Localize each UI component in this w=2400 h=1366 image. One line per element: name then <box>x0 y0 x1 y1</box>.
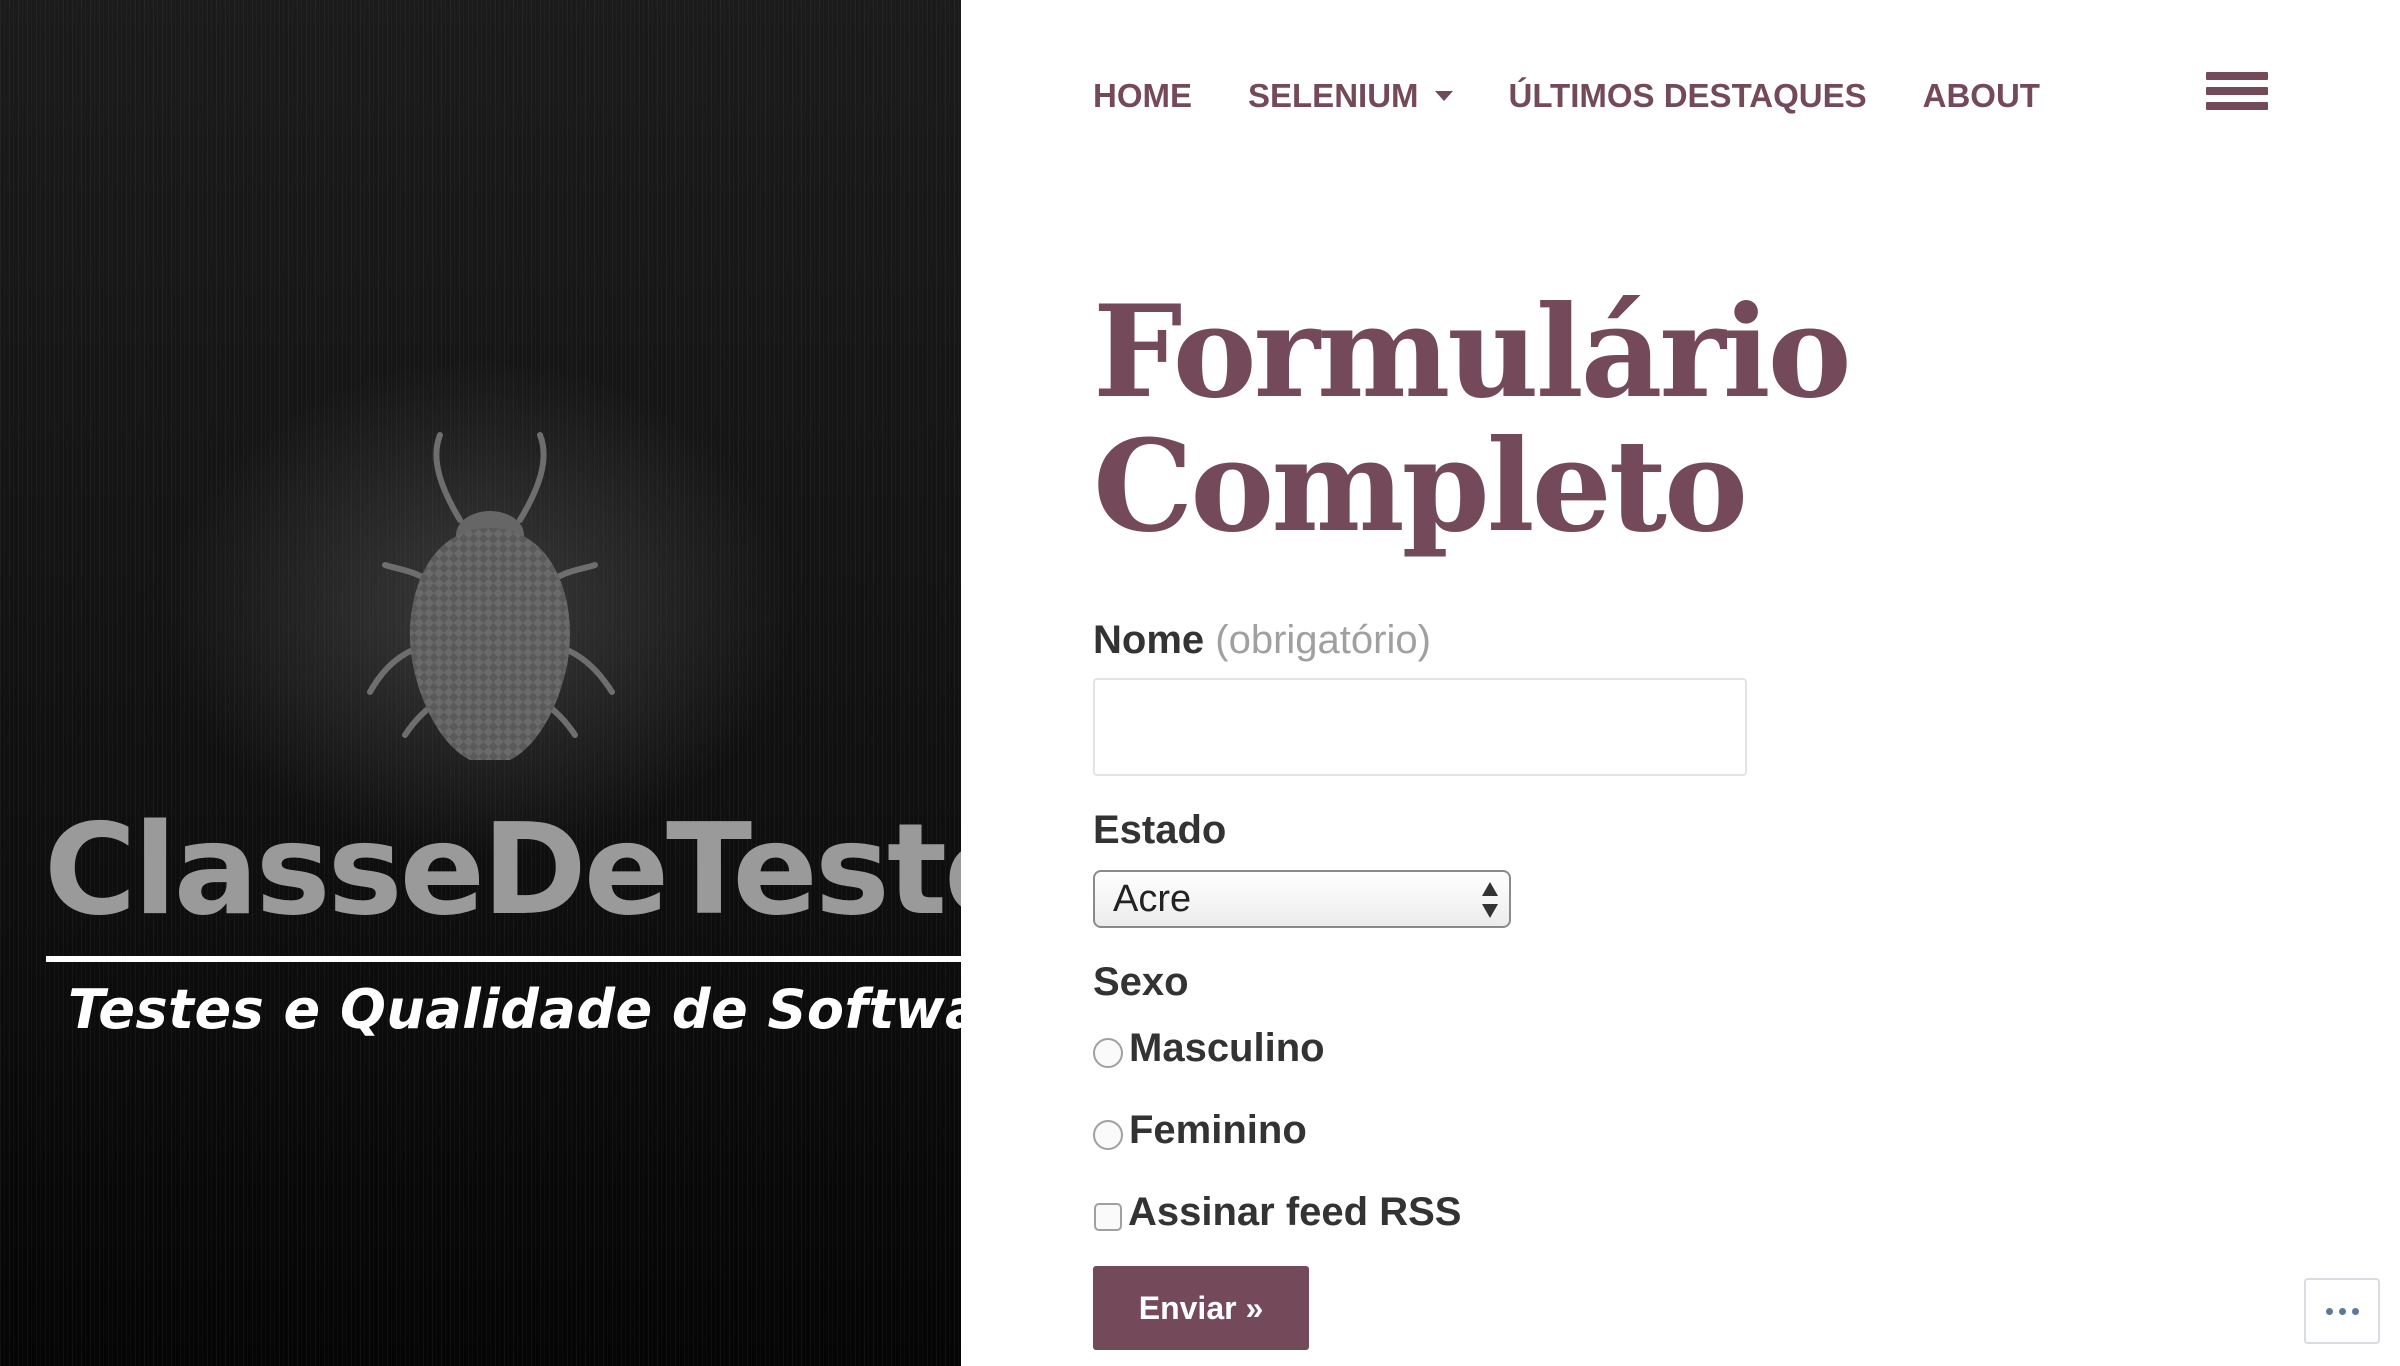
nome-label: Nome (obrigatório) <box>1093 618 1431 663</box>
required-note: (obrigatório) <box>1215 618 1431 662</box>
radio-feminino-label: Feminino <box>1129 1108 1307 1152</box>
radio-masculino[interactable]: Masculino <box>1093 1026 1325 1071</box>
nome-label-text: Nome <box>1093 618 1205 662</box>
nav-selenium-label: SELENIUM <box>1248 77 1419 114</box>
estado-select[interactable]: Acre <box>1093 870 1511 928</box>
caret-down-icon <box>1434 91 1453 101</box>
main-nav: HOME SELENIUM ÚLTIMOS DESTAQUES ABOUT <box>1093 68 2040 124</box>
radio-masculino-control[interactable] <box>1093 1037 1123 1068</box>
hamburger-icon[interactable] <box>2206 72 2268 120</box>
select-arrows-icon <box>1482 882 1498 918</box>
nav-home-label: HOME <box>1093 77 1192 114</box>
estado-selected-value: Acre <box>1113 878 1192 920</box>
nav-home[interactable]: HOME <box>1093 77 1192 115</box>
nav-ultimos-destaques-label: ÚLTIMOS DESTAQUES <box>1508 77 1867 114</box>
nav-about[interactable]: ABOUT <box>1923 77 2040 115</box>
bug-logo-icon <box>367 432 615 760</box>
nav-selenium[interactable]: SELENIUM <box>1248 77 1453 115</box>
hero-brand-text: ClasseDeTestes <box>44 796 961 943</box>
rss-checkbox-row[interactable]: Assinar feed RSS <box>1093 1190 1461 1235</box>
hero-banner: ClasseDeTestes Testes e Qualidade de Sof… <box>0 0 961 1366</box>
enviar-button[interactable]: Enviar » <box>1093 1266 1309 1350</box>
nome-input[interactable] <box>1093 678 1747 776</box>
hero-divider <box>46 956 961 962</box>
sexo-label: Sexo <box>1093 960 1189 1004</box>
radio-feminino[interactable]: Feminino <box>1093 1108 1307 1153</box>
estado-label: Estado <box>1093 808 1227 852</box>
nav-about-label: ABOUT <box>1922 77 2040 114</box>
radio-feminino-control[interactable] <box>1093 1119 1123 1150</box>
nav-ultimos-destaques[interactable]: ÚLTIMOS DESTAQUES <box>1509 77 1867 115</box>
radio-masculino-label: Masculino <box>1129 1026 1325 1070</box>
page-title: Formulário Completo <box>1093 278 1852 560</box>
rss-checkbox[interactable] <box>1094 1202 1122 1231</box>
rss-label: Assinar feed RSS <box>1128 1190 1462 1234</box>
ellipsis-icon[interactable] <box>2304 1278 2380 1344</box>
hero-tagline: Testes e Qualidade de Software <box>68 978 961 1041</box>
